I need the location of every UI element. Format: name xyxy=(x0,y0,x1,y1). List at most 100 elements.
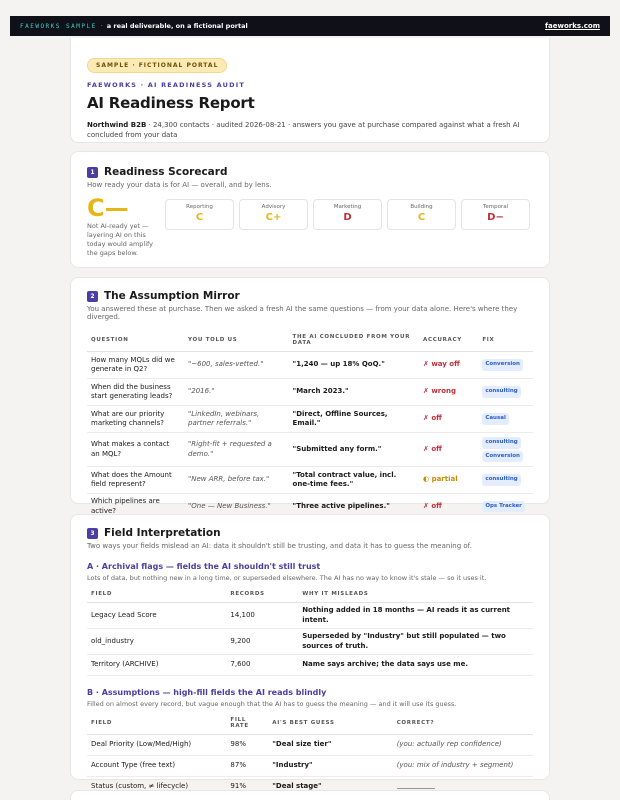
assumption-mirror-card: 2 The Assumption Mirror You answered the… xyxy=(70,277,550,520)
fix-cell: Causal xyxy=(478,405,533,433)
overall-note: Not AI-ready yet — layering AI on this t… xyxy=(87,222,154,257)
lens-label: Temporal xyxy=(482,204,509,210)
ai-cell: "Direct, Offline Sources, Email." xyxy=(288,405,420,433)
company-name: Northwind B2B xyxy=(87,121,147,129)
table-row: Deal Priority (Low/Med/High) 98% "Deal siz… xyxy=(87,734,533,756)
accuracy-label: ◐ partial xyxy=(423,475,458,484)
accuracy-label: ✗ off xyxy=(423,444,442,453)
told-cell: "LinkedIn, webinars, partner referrals." xyxy=(184,405,289,433)
lens-grade: C xyxy=(417,212,426,223)
question-cell: What are our priority marketing channels… xyxy=(87,405,185,433)
told-cell: "2016." xyxy=(184,378,289,406)
table-header-row: QUESTION YOU TOLD US THE AI CONCLUDED FROM… xyxy=(87,329,533,352)
assumptions-title: B · Assumptions — high-fill fields the A… xyxy=(87,688,327,697)
lens-card: Temporal D− xyxy=(461,199,530,230)
fix-tag[interactable]: Conversion xyxy=(482,450,523,462)
scorecard-header: 1 Readiness Scorecard xyxy=(87,166,533,178)
mirror-header: 2 The Assumption Mirror xyxy=(87,290,533,302)
fix-cell: consulting xyxy=(478,378,533,406)
column-header: FIX xyxy=(478,329,533,352)
fix-tags: Conversion xyxy=(482,358,529,372)
column-header: RECORDS xyxy=(226,586,299,603)
section-title: The Assumption Mirror xyxy=(104,290,240,302)
fix-tags: consulting Conversion xyxy=(482,436,529,463)
lens-label: Marketing xyxy=(333,204,362,210)
table-body: How many MQLs did we generate in Q2? "~60… xyxy=(87,351,533,520)
accuracy-cell: ✗ wrong xyxy=(419,378,479,406)
fill-rate-cell: 87% xyxy=(226,755,269,777)
table-row: What makes a contact an MQL? "Right-fit +… xyxy=(87,432,533,467)
told-cell: "Right-fit + requested a demo." xyxy=(184,432,289,467)
fix-tags: Causal xyxy=(482,412,529,426)
meta-text: · 24,300 contacts · audited 2026-08-21 ·… xyxy=(87,121,520,139)
why-cell: Superseded by "Industry" but still popul… xyxy=(298,628,533,655)
archival-note: Lots of data, but nothing new in a long … xyxy=(87,574,487,582)
field-interpretation-card: 3 Field Interpretation Two ways your fie… xyxy=(70,514,550,798)
report-meta: Northwind B2B · 24,300 contacts · audite… xyxy=(87,120,527,140)
table-row: Territory (ARCHIVE) 7,600 Name says archiv… xyxy=(87,654,533,676)
lens-grade: C+ xyxy=(265,212,282,223)
sample-pill: SAMPLE · FICTIONAL PORTAL xyxy=(87,58,228,73)
overall-grade: C— xyxy=(87,194,129,222)
fix-tag[interactable]: Ops Tracker xyxy=(482,500,525,513)
lens-grade: D xyxy=(343,212,352,223)
page-title: AI Readiness Report xyxy=(87,94,255,112)
scorecard-card: 1 Readiness Scorecard How ready your dat… xyxy=(70,151,550,268)
site-link[interactable]: faeworks.com xyxy=(545,22,600,30)
table-row: Account Type (free text) 87% "Industry" (yo… xyxy=(87,755,533,777)
column-header: ACCURACY xyxy=(419,329,479,352)
field-cell: Deal Priority (Low/Med/High) xyxy=(87,734,227,756)
next-section-card xyxy=(70,790,550,800)
why-cell: Nothing added in 18 months — AI reads it… xyxy=(298,602,533,629)
section-number-badge: 2 xyxy=(87,290,98,302)
correct-text: (you: mix of industry + segment) xyxy=(396,761,514,770)
report-eyebrow: FAEWORKS · AI READINESS AUDIT xyxy=(87,81,245,89)
ai-cell: "March 2023." xyxy=(288,378,420,406)
section-number-badge: 1 xyxy=(87,166,98,178)
top-bar-left: FAEWORKS SAMPLE · a real deliverable, on a… xyxy=(20,22,248,30)
table-row: Legacy Lead Score 14,100 Nothing added in … xyxy=(87,602,533,629)
question-cell: What does the Amount field represent? xyxy=(87,466,185,494)
fix-tag[interactable]: consulting xyxy=(482,386,521,398)
lens-label: Building xyxy=(410,204,433,210)
correct-text: (you: actually rep confidence) xyxy=(396,740,502,749)
fix-tag[interactable]: consulting xyxy=(482,474,521,486)
records-cell: 7,600 xyxy=(226,654,299,676)
accuracy-label: ✗ off xyxy=(423,414,442,423)
fix-tag[interactable]: Conversion xyxy=(482,359,523,371)
lens-card: Building C xyxy=(387,199,456,230)
guess-cell: "Industry" xyxy=(268,755,393,777)
brand-label: FAEWORKS SAMPLE xyxy=(20,23,97,30)
records-cell: 14,100 xyxy=(226,602,299,629)
why-cell: Name says archive; the data says use me. xyxy=(298,654,533,676)
accuracy-cell: ✗ off xyxy=(419,432,479,467)
correct-cell: (you: actually rep confidence) xyxy=(392,734,533,756)
accuracy-label: ✗ wrong xyxy=(423,387,457,396)
section-subtitle: How ready your data is for AI — overall,… xyxy=(87,181,272,189)
correct-cell: (you: mix of industry + segment) xyxy=(392,755,533,777)
field-cell: Territory (ARCHIVE) xyxy=(87,654,227,676)
column-header: FIELD xyxy=(87,586,227,603)
accuracy-cell: ◐ partial xyxy=(419,466,479,494)
field-cell: old_industry xyxy=(87,628,227,655)
column-header: FIELD xyxy=(87,712,227,735)
table-row: When did the business start generating l… xyxy=(87,378,533,406)
archival-table: FIELD RECORDS WHY IT MISLEADS Legacy Lead … xyxy=(87,586,533,676)
assumptions-table: FIELD FILL RATE AI'S BEST GUESS CORRECT? De… xyxy=(87,712,533,798)
table-body: Legacy Lead Score 14,100 Nothing added in … xyxy=(87,602,533,676)
answer-blank[interactable] xyxy=(396,781,435,790)
accuracy-label: ✗ off xyxy=(423,501,442,510)
section-title: Field Interpretation xyxy=(104,527,221,539)
fill-rate-cell: 98% xyxy=(226,734,269,756)
told-cell: "~600, sales-vetted." xyxy=(184,351,289,379)
fix-tag[interactable]: consulting xyxy=(482,437,521,449)
fix-tags: consulting xyxy=(482,385,529,399)
fix-tag[interactable]: Causal xyxy=(482,413,509,425)
fields-header: 3 Field Interpretation xyxy=(87,527,533,539)
question-cell: What makes a contact an MQL? xyxy=(87,432,185,467)
fix-cell: consulting Conversion xyxy=(478,432,533,467)
column-header: THE AI CONCLUDED FROM YOUR DATA xyxy=(288,329,420,352)
lens-card: Marketing D xyxy=(313,199,382,230)
column-header: YOU TOLD US xyxy=(184,329,289,352)
section-title: Readiness Scorecard xyxy=(104,166,228,178)
